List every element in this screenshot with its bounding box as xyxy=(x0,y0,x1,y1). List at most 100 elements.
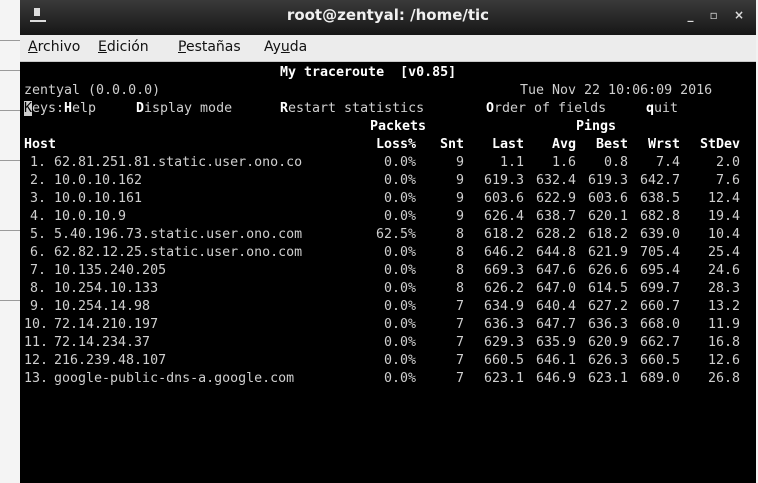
menu-ayuda[interactable]: Ayuda xyxy=(264,39,307,55)
hop-worst: 695.4 xyxy=(639,263,680,278)
hop-last: 623.1 xyxy=(483,371,524,386)
hop-best: 621.9 xyxy=(587,245,628,260)
hop-best: 619.3 xyxy=(587,173,628,188)
mtr-host-line: zentyal (0.0.0.0) xyxy=(24,83,161,98)
menu-archivo[interactable]: Archivo xyxy=(28,39,80,55)
hop-loss: 0.0% xyxy=(383,263,416,278)
hop-number: 8. xyxy=(29,281,46,296)
group-packets: Packets xyxy=(370,119,427,134)
hop-number: 12. xyxy=(24,353,49,368)
table-row: 4. 10.0.10.9 0.0% 9 626.4 638.7 620.1 682.8 19.4 xyxy=(24,208,758,226)
col-host: Host xyxy=(24,137,57,152)
hop-worst: 668.0 xyxy=(639,317,680,332)
hop-sent: 8 xyxy=(455,281,464,296)
hop-sent: 7 xyxy=(455,335,464,350)
hop-stdev: 10.4 xyxy=(707,227,740,242)
hop-best: 620.1 xyxy=(587,209,628,224)
hop-loss: 0.0% xyxy=(383,353,416,368)
hop-host: 62.81.251.81.static.user.ono.co xyxy=(54,155,303,170)
table-row: 13. google-public-dns-a.google.com 0.0% 7 62… xyxy=(24,370,758,388)
hop-sent: 7 xyxy=(455,299,464,314)
menu-edicion[interactable]: Edición xyxy=(98,39,149,55)
hop-avg: 640.4 xyxy=(535,299,576,314)
table-row: 9. 10.254.14.98 0.0% 7 634.9 640.4 627.2 660.7 1… xyxy=(24,298,758,316)
hop-stdev: 2.0 xyxy=(715,155,740,170)
hop-host: 10.0.10.162 xyxy=(54,173,143,188)
hop-last: 646.2 xyxy=(483,245,524,260)
hop-host: 5.40.196.73.static.user.ono.com xyxy=(54,227,303,242)
hop-number: 5. xyxy=(29,227,46,242)
hop-number: 11. xyxy=(24,335,49,350)
hop-last: 626.2 xyxy=(483,281,524,296)
hop-host: google-public-dns-a.google.com xyxy=(54,371,295,386)
hop-last: 669.3 xyxy=(483,263,524,278)
hop-host: 216.239.48.107 xyxy=(54,353,167,368)
terminal-area[interactable]: My traceroute [v0.85] zentyal (0.0.0.0) … xyxy=(20,62,756,483)
col-wrst: Wrst xyxy=(647,137,680,152)
hop-last: 634.9 xyxy=(483,299,524,314)
hop-loss: 0.0% xyxy=(383,209,416,224)
window-controls[interactable]: _ ▫ × xyxy=(687,8,750,22)
hop-stdev: 28.3 xyxy=(707,281,740,296)
hop-number: 13. xyxy=(24,371,49,386)
background-divider xyxy=(0,40,20,41)
hop-host: 62.82.12.25.static.user.ono.com xyxy=(54,245,303,260)
hop-sent: 9 xyxy=(455,173,464,188)
hop-loss: 62.5% xyxy=(375,227,416,242)
hop-stdev: 19.4 xyxy=(707,209,740,224)
hop-sent: 8 xyxy=(455,227,464,242)
hop-number: 6. xyxy=(29,245,46,260)
hop-number: 9. xyxy=(29,299,46,314)
table-row: 2. 10.0.10.162 0.0% 9 619.3 632.4 619.3 642.7 7.… xyxy=(24,172,758,190)
mtr-keys-line: Keys: Help Display mode Restart statisti… xyxy=(24,101,679,116)
hop-loss: 0.0% xyxy=(383,245,416,260)
hop-host: 10.135.240.205 xyxy=(54,263,167,278)
hop-worst: 689.0 xyxy=(639,371,680,386)
hop-loss: 0.0% xyxy=(383,191,416,206)
menu-bar: Archivo Edición Pestañas Ayuda xyxy=(20,35,756,62)
hop-worst: 639.0 xyxy=(639,227,680,242)
hop-worst: 638.5 xyxy=(639,191,680,206)
hop-stdev: 24.6 xyxy=(707,263,740,278)
hop-stdev: 11.9 xyxy=(707,317,740,332)
window-title: root@zentyal: /home/tic xyxy=(286,6,490,24)
hop-avg: 646.9 xyxy=(535,371,576,386)
background-divider xyxy=(0,230,20,231)
hop-sent: 7 xyxy=(455,353,464,368)
table-row: 5. 5.40.196.73.static.user.ono.com 62.5% 8 6… xyxy=(24,226,758,244)
hop-number: 3. xyxy=(29,191,46,206)
title-bar[interactable]: root@zentyal: /home/tic _ ▫ × xyxy=(20,0,756,35)
hop-avg: 622.9 xyxy=(535,191,576,206)
mtr-datetime: Tue Nov 22 10:06:09 2016 xyxy=(520,83,713,98)
table-row: 10. 72.14.210.197 0.0% 7 636.3 647.7 636.3 668.… xyxy=(24,316,758,334)
hop-avg: 647.7 xyxy=(535,317,576,332)
menu-pestanas[interactable]: Pestañas xyxy=(178,39,241,55)
hop-host: 72.14.234.37 xyxy=(54,335,151,350)
hop-avg: 646.1 xyxy=(535,353,576,368)
hop-worst: 660.5 xyxy=(639,353,680,368)
background-window xyxy=(0,0,20,483)
hop-last: 619.3 xyxy=(483,173,524,188)
hop-sent: 9 xyxy=(455,191,464,206)
hop-worst: 642.7 xyxy=(639,173,680,188)
hop-best: 636.3 xyxy=(587,317,628,332)
hop-avg: 638.7 xyxy=(535,209,576,224)
hop-loss: 0.0% xyxy=(383,317,416,332)
col-stdev: StDev xyxy=(699,137,740,152)
hop-worst: 699.7 xyxy=(639,281,680,296)
hop-sent: 7 xyxy=(455,371,464,386)
hop-avg: 635.9 xyxy=(535,335,576,350)
hop-loss: 0.0% xyxy=(383,299,416,314)
hop-last: 1.1 xyxy=(499,155,524,170)
hop-best: 603.6 xyxy=(587,191,628,206)
hop-sent: 9 xyxy=(455,209,464,224)
hop-best: 0.8 xyxy=(603,155,628,170)
col-snt: Snt xyxy=(439,137,464,152)
hop-avg: 644.8 xyxy=(535,245,576,260)
table-row: 8. 10.254.10.133 0.0% 8 626.2 647.0 614.5 699.7… xyxy=(24,280,758,298)
col-loss: Loss% xyxy=(375,137,416,152)
hop-best: 620.9 xyxy=(587,335,628,350)
background-divider xyxy=(0,160,20,161)
hop-avg: 628.2 xyxy=(535,227,576,242)
hop-worst: 705.4 xyxy=(639,245,680,260)
